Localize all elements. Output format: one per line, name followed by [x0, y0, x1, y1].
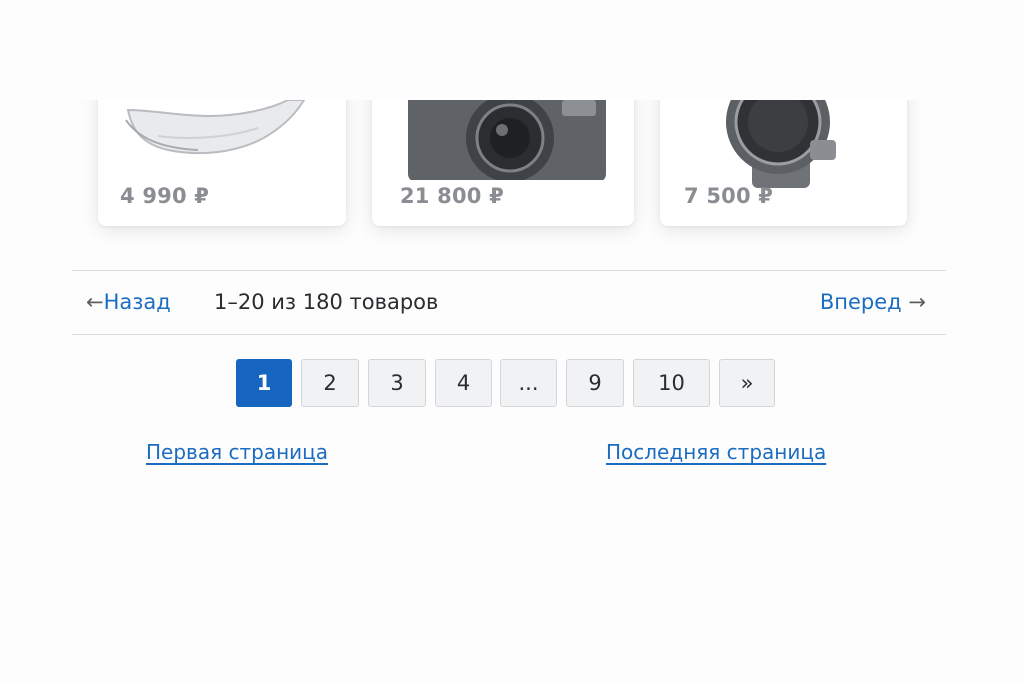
prev-link[interactable]: ←Назад: [86, 290, 171, 314]
page-button-9[interactable]: 9: [566, 359, 624, 407]
next-label: Вперед: [819, 290, 902, 314]
divider-bottom: [72, 334, 946, 335]
results-total: из 180 товаров: [271, 290, 439, 314]
next-page-button[interactable]: »: [719, 359, 775, 407]
header-fade: [0, 0, 1024, 100]
page-button-10[interactable]: 10: [633, 359, 710, 407]
arrow-right-icon: →: [908, 290, 926, 314]
page-button-4[interactable]: 4: [435, 359, 492, 407]
page-ellipsis: ...: [500, 359, 557, 407]
page-button-2[interactable]: 2: [301, 359, 359, 407]
arrow-left-icon: ←: [86, 290, 104, 314]
product-price: 21 800 ₽: [400, 184, 504, 208]
results-range-value: 1–20: [214, 290, 265, 314]
first-page-link[interactable]: Первая страница: [146, 440, 328, 464]
last-page-link[interactable]: Последняя страница: [606, 440, 826, 464]
prev-label: Назад: [103, 290, 171, 314]
page-button-1[interactable]: 1: [236, 359, 292, 407]
page-button-3[interactable]: 3: [368, 359, 426, 407]
pagination: 1 2 3 4 ... 9 10 »: [0, 359, 1024, 407]
results-range: 1–20 из 180 товаров: [214, 290, 438, 314]
product-price: 7 500 ₽: [684, 184, 774, 208]
product-price: 4 990 ₽: [120, 184, 210, 208]
next-link[interactable]: Вперед →: [820, 290, 926, 314]
results-navigation: ←Назад 1–20 из 180 товаров Вперед →: [72, 271, 946, 334]
